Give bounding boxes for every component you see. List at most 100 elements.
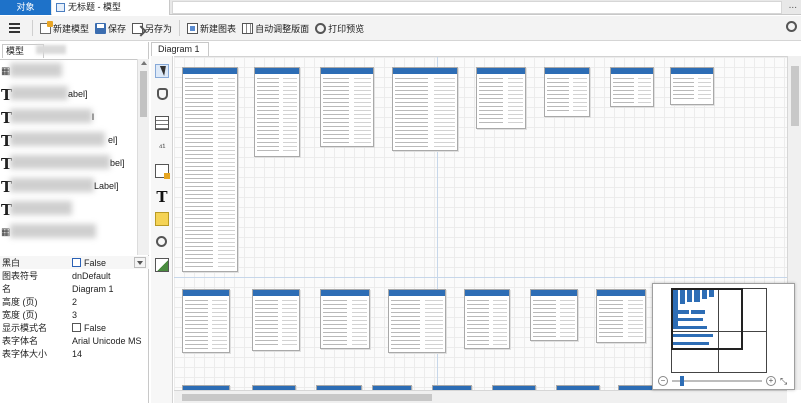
table-entity[interactable] (320, 289, 370, 349)
tree-item[interactable]: ▦ (0, 221, 137, 244)
property-value: Diagram 1 (72, 283, 114, 294)
scrollbar-thumb[interactable] (140, 71, 147, 117)
tree-item-label: bel] (110, 158, 125, 168)
menu-icon[interactable] (0, 16, 28, 41)
table-entity[interactable] (320, 67, 374, 147)
zoom-slider[interactable]: − + ⤡ (658, 376, 791, 386)
property-value: 3 (72, 309, 78, 320)
table-entity[interactable] (182, 289, 230, 353)
checkbox[interactable] (72, 258, 81, 267)
property-name: 图表符号 (2, 271, 39, 281)
redacted-text (10, 201, 72, 215)
property-row[interactable]: 高度 (页) 2 (0, 295, 149, 308)
checkbox[interactable] (72, 323, 81, 332)
overview-viewport[interactable] (671, 288, 743, 350)
tree-item-label: Label] (94, 181, 119, 191)
tab-strip-empty-area (172, 1, 782, 14)
property-row[interactable]: 图表符号 dnDefault (0, 269, 149, 282)
property-row[interactable]: 表字体名 Arial Unicode MS (0, 334, 149, 347)
tree-item[interactable]: T bel] (0, 152, 137, 175)
redacted-text (36, 45, 66, 54)
property-row[interactable]: 宽度 (页) 3 (0, 308, 149, 321)
hand-icon[interactable] (157, 88, 168, 100)
new-model-button[interactable]: 新建模型 (37, 18, 92, 38)
table-entity[interactable] (596, 289, 646, 343)
scrollbar-thumb[interactable] (182, 394, 432, 401)
table-entity[interactable] (252, 289, 300, 351)
tree-item[interactable]: T (0, 198, 137, 221)
scrollbar-thumb[interactable] (791, 66, 799, 126)
new-diagram-icon (187, 22, 199, 34)
table-entity[interactable] (610, 67, 654, 107)
diagram-tool-strip: ⁴¹ T (151, 56, 173, 403)
tree-item[interactable]: T el] (0, 129, 137, 152)
image-icon[interactable] (155, 258, 169, 272)
tree-item[interactable]: T Label] (0, 175, 137, 198)
table-icon: ▦ (1, 227, 11, 238)
tree-vertical-scrollbar[interactable] (137, 59, 149, 255)
table-entity[interactable] (254, 67, 300, 157)
property-value: False (84, 257, 107, 268)
zoom-track[interactable] (672, 380, 762, 382)
model-panel: 模型 ▦ T abel] T l T el] T bel] T Label] T… (0, 42, 149, 403)
fit-to-window-icon[interactable]: ⤡ (780, 376, 790, 386)
tab-untitled-model[interactable]: 无标题 - 模型 (52, 0, 170, 15)
table-entity[interactable] (544, 67, 590, 117)
note-icon[interactable] (155, 212, 169, 226)
tree-item-label: el] (108, 135, 118, 145)
overview-pages (671, 288, 767, 373)
table-entity[interactable] (476, 67, 526, 129)
table-entity[interactable] (464, 289, 510, 349)
property-row[interactable]: 名 Diagram 1 (0, 282, 149, 295)
property-value: 14 (72, 348, 83, 359)
text-tool-icon[interactable]: T (155, 190, 169, 205)
property-value: False (84, 322, 107, 333)
property-name: 高度 (页) (2, 297, 38, 307)
chevron-down-icon[interactable] (134, 257, 146, 268)
print-preview-icon (315, 22, 327, 34)
toolbar-divider (32, 20, 33, 36)
property-row[interactable]: 显示模式名 False (0, 321, 149, 334)
property-name: 表字体大小 (2, 349, 48, 359)
tab-diagram-1[interactable]: Diagram 1 (151, 42, 209, 56)
text-icon: T (1, 154, 13, 173)
scroll-up-icon[interactable] (141, 61, 147, 65)
tree-item[interactable]: ▦ (0, 60, 137, 83)
auto-layout-label: 自动调整版面 (255, 23, 310, 34)
save-as-button[interactable]: 另存为 (129, 18, 175, 38)
more-icon[interactable]: ... (789, 0, 797, 12)
text-icon: T (1, 200, 13, 219)
tree-item[interactable]: T abel] (0, 83, 137, 106)
table-entity[interactable] (182, 67, 238, 272)
zoom-out-icon[interactable]: − (658, 376, 668, 386)
new-diagram-button[interactable]: 新建图表 (184, 18, 239, 38)
new-table-icon[interactable] (155, 116, 169, 130)
pointer-icon[interactable] (155, 64, 169, 78)
zoom-in-icon[interactable]: + (766, 376, 776, 386)
new-layer-icon[interactable] (155, 164, 170, 179)
table-icon: ▦ (1, 66, 11, 77)
tab-objects[interactable]: 对象 (0, 0, 51, 15)
tree-item[interactable]: T l (0, 106, 137, 129)
property-row[interactable]: 黑白 False (0, 256, 149, 269)
diagram-overview[interactable]: − + ⤡ (652, 283, 795, 390)
search-icon[interactable] (786, 21, 797, 32)
print-preview-button[interactable]: 打印预览 (312, 18, 367, 38)
table-entity[interactable] (530, 289, 578, 341)
redacted-text (10, 155, 110, 169)
redacted-text (10, 109, 92, 123)
new-view-icon[interactable]: ⁴¹ (155, 142, 169, 156)
canvas-horizontal-scrollbar[interactable] (174, 390, 787, 403)
property-value: dnDefault (72, 270, 111, 281)
tab-untitled-model-label: 无标题 - 模型 (68, 2, 121, 12)
save-as-label: 另存为 (145, 23, 173, 34)
auto-layout-button[interactable]: 自动调整版面 (239, 18, 312, 38)
table-entity[interactable] (392, 67, 458, 151)
zoom-slider-handle[interactable] (680, 376, 684, 386)
property-row[interactable]: 表字体大小 14 (0, 347, 149, 360)
save-as-icon (132, 22, 144, 34)
table-entity[interactable] (670, 67, 714, 105)
save-button[interactable]: 保存 (92, 18, 129, 38)
table-entity[interactable] (388, 289, 446, 353)
shape-icon[interactable] (156, 236, 167, 247)
